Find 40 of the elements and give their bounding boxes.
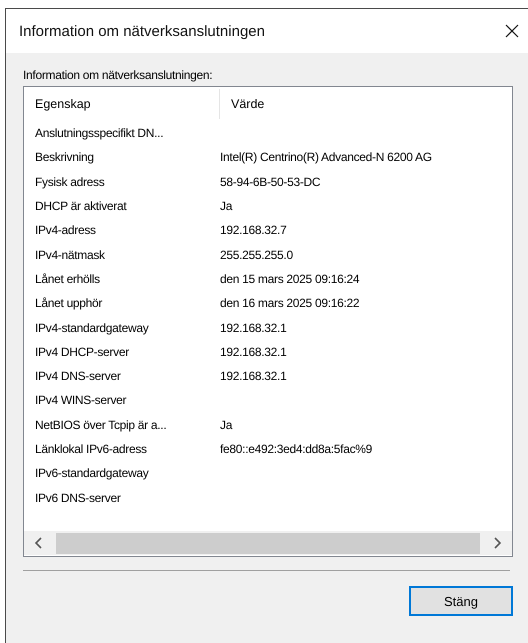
value-cell: fe80::e492:3ed4:dd8a:5fac%9 [220,442,372,456]
property-cell: DHCP är aktiverat [35,199,126,214]
property-cell: IPv6 DNS-server [35,490,121,505]
scroll-left-icon[interactable] [34,537,44,549]
property-cell: Lånet upphör [35,296,102,310]
window-title: Information om nätverksanslutningen [18,22,265,40]
value-cell: 58-94-6B-50-53-DC [220,174,320,189]
property-cell: Anslutningsspecifikt DN... [35,126,164,140]
scroll-right-icon[interactable] [492,537,502,549]
list-view[interactable] [23,86,513,557]
value-cell: Ja [220,418,232,432]
property-cell: IPv4 WINS-server [35,393,126,408]
property-cell: NetBIOS över Tcpip är a... [35,418,166,432]
property-cell: IPv4 DNS-server [35,369,121,384]
column-header[interactable]: Egenskap [24,89,220,119]
value-cell: 255.255.255.0 [220,248,293,262]
property-cell: IPv4-adress [35,223,96,238]
value-cell: 192.168.32.7 [220,223,286,238]
property-cell: Beskrivning [35,150,94,164]
property-cell: IPv4-nätmask [35,248,105,262]
value-cell: Intel(R) Centrino(R) Advanced-N 6200 AG [220,150,432,164]
value-cell: 192.168.32.1 [220,369,286,384]
property-cell: IPv4 DHCP-server [35,344,129,359]
horizontal-scrollbar[interactable] [24,531,512,555]
property-cell: Lånet erhölls [35,272,100,286]
close-icon [505,24,519,38]
property-cell: Länklokal IPv6-adress [35,442,147,456]
value-cell: Ja [220,199,232,214]
property-cell: Fysisk adress [35,174,104,189]
close-button[interactable] [504,23,520,39]
value-cell: den 15 mars 2025 09:16:24 [220,272,360,286]
value-cell: 192.168.32.1 [220,344,286,359]
column-header[interactable]: Värde [220,89,264,119]
value-cell: 192.168.32.1 [220,320,286,335]
property-cell: IPv4-standardgateway [35,320,148,335]
list-label: Information om nätverksanslutningen: [23,67,214,84]
property-cell: IPv6-standardgateway [35,466,148,480]
close-dialog-button[interactable]: Stäng [409,586,513,616]
value-cell: den 16 mars 2025 09:16:22 [220,296,360,310]
scrollbar-thumb[interactable] [56,532,480,554]
